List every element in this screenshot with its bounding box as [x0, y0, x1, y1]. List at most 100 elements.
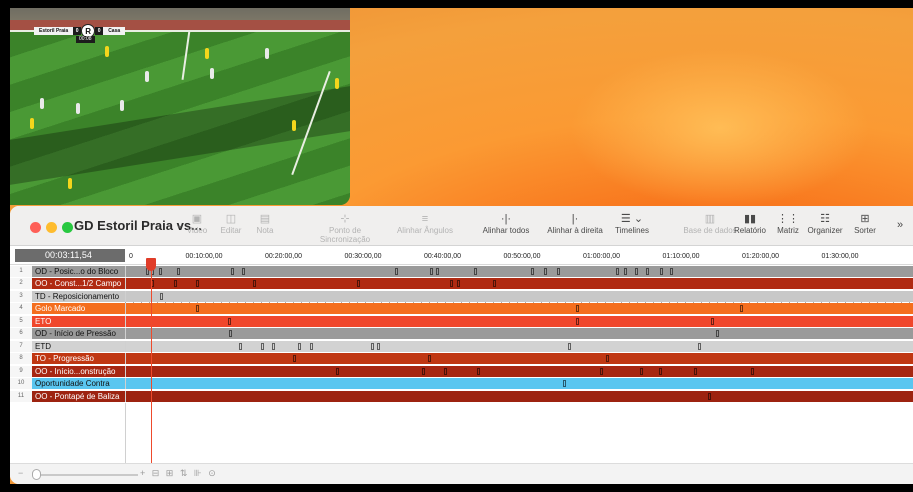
event-marker[interactable]: [707, 392, 711, 400]
zoom-out-button[interactable]: −: [18, 468, 23, 478]
row-label[interactable]: Golo Marcado: [32, 303, 126, 315]
toolbar-sync-button[interactable]: ⊹ Ponto de Sincronização: [310, 212, 380, 244]
row-label[interactable]: TD - Reposicionamento: [32, 290, 126, 302]
event-marker[interactable]: [658, 367, 662, 375]
timeline-row[interactable]: 1 OD - Posic...o do Bloco: [10, 266, 913, 277]
row-track[interactable]: [126, 328, 913, 340]
event-marker[interactable]: [444, 367, 447, 375]
event-marker[interactable]: [693, 367, 697, 375]
minimize-window-button[interactable]: [46, 222, 57, 233]
event-marker[interactable]: [272, 342, 276, 350]
event-marker[interactable]: [159, 268, 163, 275]
event-marker[interactable]: [556, 268, 560, 275]
event-marker[interactable]: [195, 305, 199, 313]
timeline-row[interactable]: 8 TO - Progressão: [10, 353, 913, 365]
event-marker[interactable]: [750, 367, 754, 375]
timeline-row[interactable]: 11 OO - Pontapé de Baliza: [10, 390, 913, 402]
event-marker[interactable]: [599, 367, 603, 375]
event-marker[interactable]: [669, 268, 673, 275]
row-label[interactable]: TO - Progressão: [32, 353, 126, 365]
toolbar-align-all-button[interactable]: ·|· Alinhar todos: [471, 212, 541, 235]
zoom-window-button[interactable]: [62, 222, 73, 233]
event-marker[interactable]: [238, 342, 242, 350]
row-track[interactable]: [126, 315, 913, 327]
event-marker[interactable]: [715, 330, 719, 338]
toolbar-nota-button[interactable]: ▤ Nota: [230, 212, 300, 235]
event-marker[interactable]: [335, 367, 339, 375]
event-marker[interactable]: [615, 268, 619, 275]
event-marker[interactable]: [377, 342, 381, 350]
event-marker[interactable]: [261, 342, 265, 350]
toolbar-align-angles-button[interactable]: ≡ Alinhar Ângulos: [390, 212, 460, 235]
row-label[interactable]: Oportunidade Contra: [32, 378, 126, 390]
event-marker[interactable]: [292, 355, 296, 363]
event-marker[interactable]: [428, 355, 432, 363]
event-marker[interactable]: [739, 305, 743, 313]
row-track[interactable]: [126, 266, 913, 277]
timeline-row[interactable]: 9 OO - Início...onstrução: [10, 365, 913, 377]
event-marker[interactable]: [253, 280, 257, 288]
event-marker[interactable]: [160, 292, 164, 300]
row-track[interactable]: [126, 353, 913, 365]
event-marker[interactable]: [356, 280, 360, 288]
event-marker[interactable]: [394, 268, 398, 275]
event-marker[interactable]: [639, 367, 643, 375]
event-marker[interactable]: [173, 280, 177, 288]
event-marker[interactable]: [176, 268, 180, 275]
event-marker[interactable]: [456, 280, 460, 288]
event-marker[interactable]: [645, 268, 649, 275]
event-marker[interactable]: [230, 268, 234, 275]
timeline-row[interactable]: 5 ETO: [10, 315, 913, 327]
event-marker[interactable]: [711, 317, 715, 325]
event-marker[interactable]: [421, 367, 425, 375]
event-marker[interactable]: [450, 280, 454, 288]
event-marker[interactable]: [575, 317, 579, 325]
toolbar-timelines-button[interactable]: ☰ ⌄ Timelines: [597, 212, 667, 235]
toolbar-more-button[interactable]: »: [865, 218, 913, 232]
event-marker[interactable]: [229, 330, 233, 338]
playhead-handle[interactable]: [146, 258, 157, 271]
event-marker[interactable]: [660, 268, 664, 275]
timeline-row[interactable]: 10 Oportunidade Contra: [10, 378, 913, 390]
event-marker[interactable]: [563, 380, 567, 388]
row-label[interactable]: OD - Posic...o do Bloco: [32, 266, 126, 277]
event-marker[interactable]: [568, 342, 572, 350]
row-track[interactable]: [126, 340, 913, 352]
close-window-button[interactable]: [30, 222, 41, 233]
event-marker[interactable]: [634, 268, 638, 275]
zoom-slider[interactable]: [38, 474, 138, 476]
event-marker[interactable]: [493, 280, 497, 288]
row-track[interactable]: [126, 378, 913, 390]
timeline-row[interactable]: 7 ETD: [10, 340, 913, 352]
event-marker[interactable]: [297, 342, 301, 350]
event-marker[interactable]: [531, 268, 535, 275]
event-marker[interactable]: [474, 268, 478, 275]
timeline-empty-area[interactable]: [10, 403, 913, 463]
event-marker[interactable]: [544, 268, 548, 275]
row-track[interactable]: [126, 290, 913, 302]
event-marker[interactable]: [370, 342, 374, 350]
event-marker[interactable]: [698, 342, 702, 350]
timeline-tools[interactable]: + ⊟ ⊞ ⇅ ⊪ ⊙: [140, 468, 218, 479]
event-marker[interactable]: [227, 317, 231, 325]
row-track[interactable]: [126, 390, 913, 402]
row-label[interactable]: OO - Início...onstrução: [32, 365, 126, 377]
event-marker[interactable]: [242, 268, 246, 275]
video-player[interactable]: Estoril Praia 0 R 0 Casa 00:08: [10, 8, 350, 205]
event-marker[interactable]: [436, 268, 440, 275]
event-marker[interactable]: [429, 268, 433, 275]
event-marker[interactable]: [575, 305, 579, 313]
event-marker[interactable]: [310, 342, 314, 350]
event-marker[interactable]: [195, 280, 199, 288]
row-label[interactable]: ETO: [32, 315, 126, 327]
timeline-row[interactable]: 4 Golo Marcado: [10, 303, 913, 315]
row-track[interactable]: [126, 303, 913, 315]
row-track[interactable]: [126, 278, 913, 290]
timeline-row[interactable]: 6 OD - Início de Pressão: [10, 328, 913, 340]
timeline-row[interactable]: 2 OO - Const...1/2 Campo: [10, 278, 913, 290]
event-marker[interactable]: [477, 367, 481, 375]
row-track[interactable]: [126, 365, 913, 377]
event-marker[interactable]: [606, 355, 610, 363]
timeline-row[interactable]: 3 TD - Reposicionamento: [10, 290, 913, 302]
event-marker[interactable]: [623, 268, 627, 275]
